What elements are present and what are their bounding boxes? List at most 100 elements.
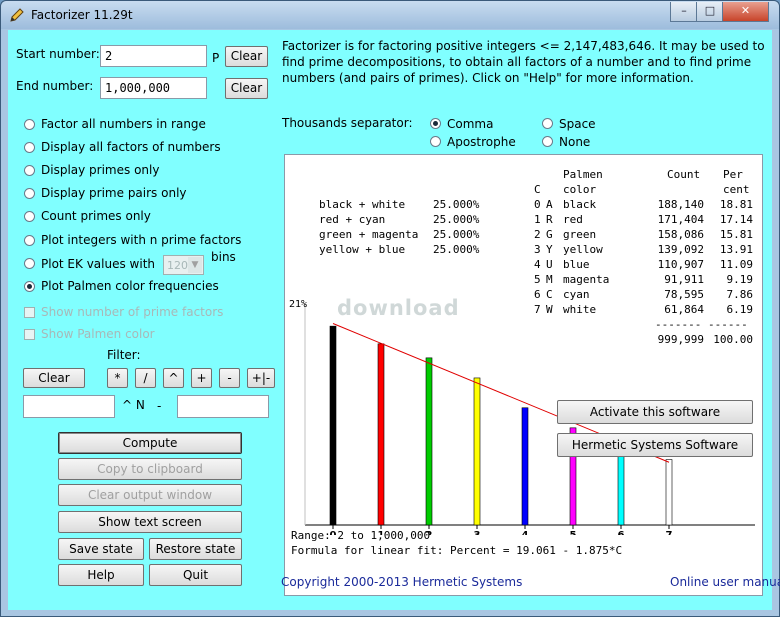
pencil-icon — [10, 8, 24, 22]
separator-none-radio[interactable] — [542, 136, 553, 147]
filter-left-input[interactable] — [23, 395, 115, 418]
show-num-factors-label: Show number of prime factors — [41, 305, 224, 319]
help-button[interactable]: Help — [58, 564, 144, 586]
bar-1 — [377, 343, 385, 526]
table-cell-pct: 18.81 — [719, 198, 753, 211]
table-cell-k: M — [546, 273, 553, 286]
table-cell-color: black — [563, 198, 597, 211]
compute-button[interactable]: Compute — [58, 432, 242, 454]
table-cell-color: red — [563, 213, 583, 226]
pair-percent: 25.000% — [433, 198, 480, 211]
table-cell-pct: 17.14 — [719, 213, 753, 226]
table-cell-c: 4 — [534, 258, 541, 271]
caret-n-label: ^ N — [122, 398, 145, 412]
ek-bins-select[interactable]: 120 ▼ — [163, 255, 204, 275]
table-cell-count: 91,911 — [664, 273, 704, 286]
window-title: Factorizer 11.29t — [31, 8, 133, 22]
table-header: cent — [723, 183, 750, 196]
table-cell-count: 110,907 — [657, 258, 704, 271]
factor-all-radio[interactable] — [24, 119, 35, 130]
info-text: Factorizer is for factoring positive int… — [282, 39, 765, 85]
main-window: Factorizer 11.29t – □ ✕ Start number: 2 … — [0, 0, 780, 617]
plot-integers-label: Plot integers with n prime factors — [41, 233, 242, 247]
show-num-factors-checkbox[interactable] — [24, 307, 35, 318]
plot-ek-label: Plot EK values with — [41, 257, 155, 271]
save-state-button[interactable]: Save state — [58, 538, 144, 560]
table-header: Per — [723, 168, 743, 181]
table-header: Palmen — [563, 168, 603, 181]
display-factors-radio[interactable] — [24, 142, 35, 153]
bar-3 — [473, 377, 481, 526]
table-cell-pct: 9.19 — [726, 273, 754, 286]
online-manual-link[interactable]: Online user manual — [670, 575, 780, 589]
separator-apostrophe-radio[interactable] — [430, 136, 441, 147]
minimize-button[interactable]: – — [670, 2, 698, 22]
start-number-label: Start number: — [16, 47, 100, 61]
activate-software-button[interactable]: Activate this software — [557, 400, 753, 424]
table-cell-c: 3 — [534, 243, 541, 256]
copy-clipboard-button[interactable]: Copy to clipboard — [58, 458, 242, 480]
count-primes-radio[interactable] — [24, 211, 35, 222]
table-cell-color: blue — [563, 258, 590, 271]
display-prime-pairs-label: Display prime pairs only — [41, 186, 187, 200]
table-cell-pct: 11.09 — [719, 258, 753, 271]
plot-palmen-radio[interactable] — [24, 281, 35, 292]
bar-7 — [665, 459, 673, 526]
pair-name: yellow + blue — [319, 243, 406, 256]
range-text: Range: 2 to 1,000,000 — [291, 529, 431, 542]
title-bar[interactable]: Factorizer 11.29t – □ ✕ — [1, 1, 779, 29]
filter-power-button[interactable]: ^ — [163, 368, 184, 388]
client-area: Start number: 2 P Clear End number: 1,00… — [8, 30, 780, 610]
display-prime-pairs-radio[interactable] — [24, 188, 35, 199]
separator-comma-radio[interactable] — [430, 118, 441, 129]
quit-button[interactable]: Quit — [149, 564, 242, 586]
filter-minus-button[interactable]: - — [219, 368, 240, 388]
table-cell-pct: 15.81 — [719, 228, 753, 241]
p-label: P — [212, 51, 220, 65]
clear-start-button[interactable]: Clear — [225, 46, 268, 67]
table-cell-color: magenta — [563, 273, 610, 286]
filter-right-input[interactable] — [177, 395, 269, 418]
filter-multiply-button[interactable]: * — [107, 368, 128, 388]
separator-comma-label: Comma — [447, 117, 494, 131]
table-cell-color: green — [563, 228, 597, 241]
filter-plus-button[interactable]: + — [191, 368, 212, 388]
count-primes-label: Count primes only — [41, 209, 151, 223]
end-number-input[interactable]: 1,000,000 — [100, 77, 207, 99]
filter-clear-button[interactable]: Clear — [23, 368, 85, 388]
filter-divide-button[interactable]: / — [135, 368, 156, 388]
display-primes-radio[interactable] — [24, 165, 35, 176]
display-factors-label: Display all factors of numbers — [41, 140, 221, 154]
start-number-input[interactable]: 2 — [100, 45, 207, 67]
hermetic-systems-button[interactable]: Hermetic Systems Software — [557, 433, 753, 457]
table-cell-pct: 13.91 — [719, 243, 753, 256]
restore-state-button[interactable]: Restore state — [149, 538, 242, 560]
ek-bins-value: 120 — [167, 259, 188, 272]
close-button[interactable]: ✕ — [722, 2, 769, 22]
table-cell-c: 5 — [534, 273, 541, 286]
display-primes-label: Display primes only — [41, 163, 160, 177]
pair-percent: 25.000% — [433, 228, 480, 241]
table-header: C — [534, 183, 541, 196]
table-cell-k: R — [546, 213, 553, 226]
plot-ek-radio[interactable] — [24, 258, 35, 269]
output-window[interactable]: black + white 25.000% red + cyan 25.000% gre… — [284, 154, 763, 596]
clear-output-button[interactable]: Clear output window — [58, 484, 242, 506]
separator-space-radio[interactable] — [542, 118, 553, 129]
table-cell-c: 0 — [534, 198, 541, 211]
filter-label: Filter: — [107, 348, 141, 362]
filter-plusminus-button[interactable]: +|- — [247, 368, 275, 388]
show-text-screen-button[interactable]: Show text screen — [58, 511, 242, 533]
bins-label: bins — [211, 250, 236, 264]
plot-palmen-label: Plot Palmen color frequencies — [41, 279, 219, 293]
factor-all-label: Factor all numbers in range — [41, 117, 206, 131]
table-cell-count: 158,086 — [657, 228, 704, 241]
separator-label: Thousands separator: — [282, 116, 413, 130]
show-palmen-checkbox[interactable] — [24, 329, 35, 340]
plot-integers-radio[interactable] — [24, 235, 35, 246]
separator-apostrophe-label: Apostrophe — [447, 135, 516, 149]
clear-end-button[interactable]: Clear — [225, 78, 268, 99]
maximize-button[interactable]: □ — [696, 2, 724, 22]
pair-name: red + cyan — [319, 213, 386, 226]
bar-0 — [329, 325, 337, 526]
